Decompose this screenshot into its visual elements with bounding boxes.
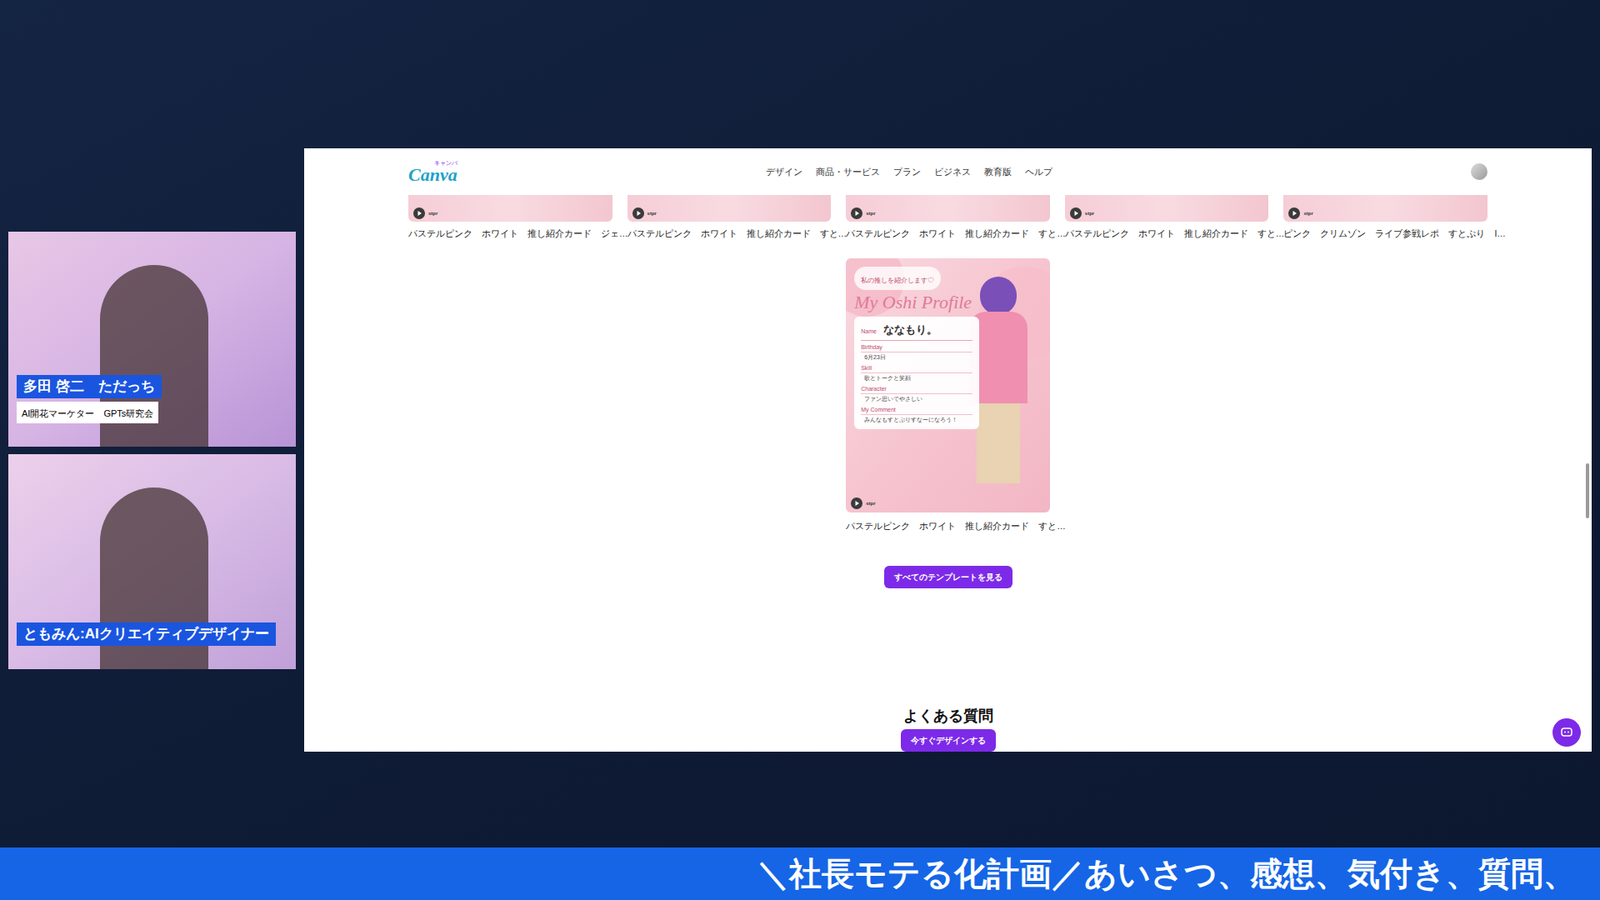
template-label[interactable]: パステルピンク ホワイト 推し紹介カード ジェ… (408, 226, 613, 240)
template-badge: stpr (632, 207, 657, 220)
template-badge: stpr (413, 207, 438, 220)
template-badge: stpr (850, 497, 875, 510)
browser-window: キャンバCanva デザイン商品・サービスプランビジネス教育版ヘルプ stpr パステ… (304, 148, 1592, 752)
play-icon[interactable] (850, 497, 863, 510)
nav-item[interactable]: ビジネス (934, 165, 971, 180)
template-label[interactable]: パステルピンク ホワイト 推し紹介カード すと… (627, 226, 832, 240)
webcam-feed: ともみん:AIクリエイティブデザイナー (8, 454, 296, 670)
chat-icon[interactable] (1552, 718, 1581, 747)
template-card[interactable]: stpr パステルピンク ホワイト 推し紹介カード すと… (627, 195, 832, 240)
scrollbar-thumb[interactable] (1585, 463, 1590, 519)
canva-header: キャンバCanva デザイン商品・サービスプランビジネス教育版ヘルプ (304, 148, 1592, 195)
template-badge: stpr (850, 207, 875, 220)
play-icon[interactable] (632, 207, 645, 220)
main-nav: デザイン商品・サービスプランビジネス教育版ヘルプ (765, 165, 1053, 180)
subtitle-caption: AI開花マーケター GPTs研究会 (16, 401, 159, 424)
faq-heading: よくある質問 (903, 705, 994, 728)
template-card[interactable]: stpr パステルピンク ホワイト 推し紹介カード すと… (1065, 195, 1270, 240)
template-label[interactable]: パステルピンク ホワイト 推し紹介カード すと… (1065, 226, 1270, 240)
nav-item[interactable]: ヘルプ (1025, 165, 1053, 180)
template-label[interactable]: パステルピンク ホワイト 推し紹介カード すと… (845, 226, 1050, 240)
nav-item[interactable]: 商品・サービス (815, 165, 880, 180)
template-card[interactable]: stpr パステルピンク ホワイト 推し紹介カード ジェ… (408, 195, 613, 240)
template-badge: stpr (1070, 207, 1095, 220)
ticker-text: ＼社長モテる化計画／あいさつ、感想、気付き、質問、 (756, 854, 1576, 895)
nav-item[interactable]: プラン (893, 165, 921, 180)
design-now-button[interactable]: 今すぐデザインする (900, 729, 996, 752)
template-card[interactable]: 私の推しを紹介します♡My Oshi ProfileNameななもり。Birth… (845, 258, 1050, 533)
canva-logo[interactable]: キャンバCanva (408, 160, 458, 185)
name-caption: 多田 啓二 ただっち (16, 375, 162, 399)
nav-item[interactable]: デザイン (765, 165, 803, 180)
webcam-feed: 多田 啓二 ただっちAI開花マーケター GPTs研究会 (8, 231, 296, 447)
name-caption: ともみん:AIクリエイティブデザイナー (16, 622, 276, 646)
template-grid: stpr パステルピンク ホワイト 推し紹介カード ジェ… stpr パステルピンク … (304, 195, 1592, 533)
play-icon[interactable] (850, 207, 863, 220)
template-label[interactable]: パステルピンク ホワイト 推し紹介カード すと… (845, 519, 1050, 533)
template-card[interactable]: stpr ピンク クリムゾン ライブ参戦レポ すとぷり I… (1283, 195, 1488, 240)
template-badge: stpr (1288, 207, 1313, 220)
play-icon[interactable] (1288, 207, 1300, 220)
stream-screen: 多田 啓二 ただっちAI開花マーケター GPTs研究会ともみん:AIクリエイティ… (0, 0, 1600, 900)
template-card[interactable]: stpr パステルピンク ホワイト 推し紹介カード すと… (845, 195, 1050, 240)
avatar-icon[interactable] (1470, 163, 1488, 180)
template-label[interactable]: ピンク クリムゾン ライブ参戦レポ すとぷり I… (1283, 226, 1488, 240)
nav-item[interactable]: 教育版 (984, 165, 1012, 180)
play-icon[interactable] (413, 207, 425, 220)
see-all-button[interactable]: すべてのテンプレートを見る (884, 565, 1013, 589)
stage: 多田 啓二 ただっちAI開花マーケター GPTs研究会ともみん:AIクリエイティ… (0, 0, 1600, 848)
play-icon[interactable] (1070, 207, 1082, 220)
ticker-bar: ＼社長モテる化計画／あいさつ、感想、気付き、質問、 (0, 847, 1600, 900)
